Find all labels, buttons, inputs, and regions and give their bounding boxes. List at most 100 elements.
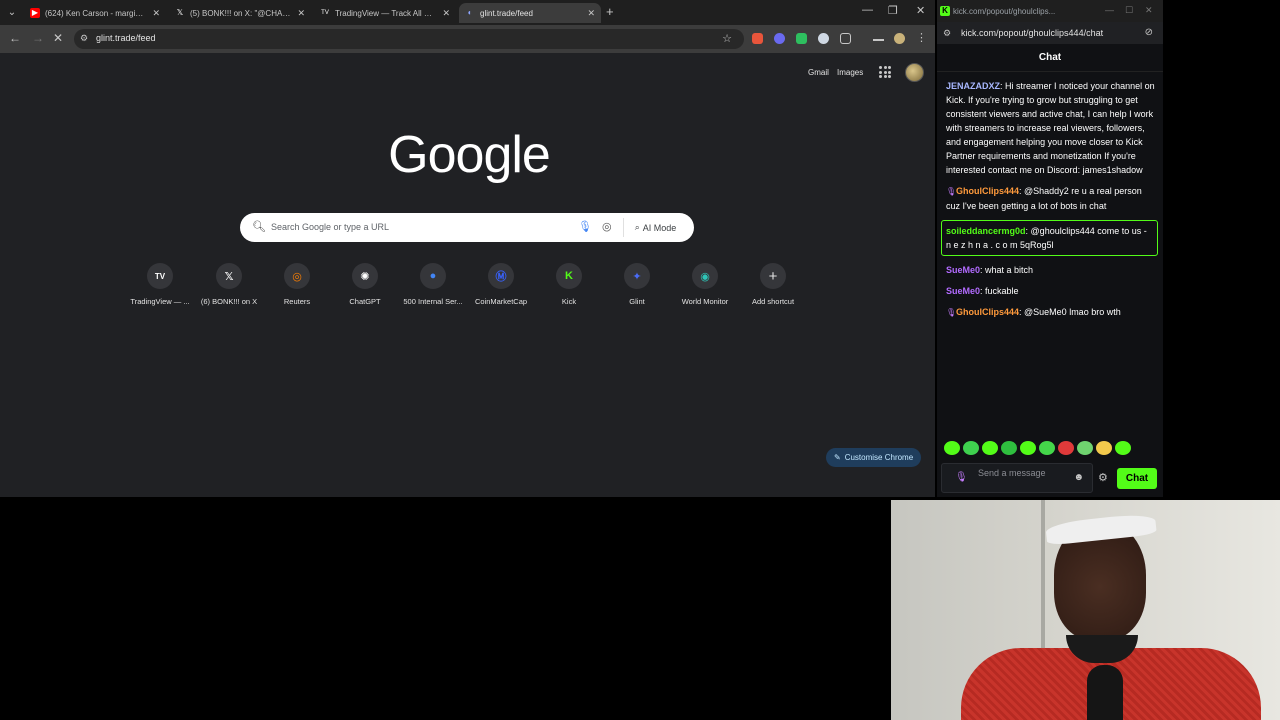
close-window-icon[interactable]: ✕	[916, 4, 925, 17]
emoji-icon[interactable]: ☻	[1073, 472, 1084, 483]
address-bar[interactable]: ⚙ glint.trade/feed ☆	[74, 29, 744, 49]
coinmarketcap-icon: Ⓜ	[488, 263, 514, 289]
stop-loading-icon[interactable]: ✕	[53, 31, 63, 45]
ai-mode-button[interactable]: ⌕ AI Mode	[623, 218, 687, 237]
reading-list-icon[interactable]	[873, 33, 884, 41]
tab-x[interactable]: 𝕏 (5) BONK!!! on X: "@CHADSwt ✕	[169, 3, 311, 23]
chat-username[interactable]: soileddancermg0d	[946, 226, 1026, 236]
chat-username[interactable]: SueMe0	[946, 265, 980, 275]
ai-mode-label: AI Mode	[642, 222, 677, 233]
webcam-overlay	[891, 500, 1280, 720]
tab-search-icon[interactable]: ⌄	[4, 5, 20, 21]
microphone-icon: 🎙︎	[946, 187, 957, 196]
tab-strip: ⌄ ▶ (624) Ken Carson - margiela (O ✕ 𝕏 (…	[0, 0, 935, 25]
emote-icon[interactable]	[963, 441, 979, 455]
emote-icon[interactable]	[1001, 441, 1017, 455]
glint-icon: ✦	[624, 263, 650, 289]
site-info-icon[interactable]: ⚙	[943, 28, 951, 39]
x-icon: 𝕏	[216, 263, 242, 289]
chat-send-button[interactable]: Chat	[1117, 468, 1157, 489]
url-text[interactable]: glint.trade/feed	[96, 33, 156, 43]
shortcut-tradingview[interactable]: TV TradingView — ...	[127, 263, 193, 306]
search-box[interactable]: 🔍︎ Search Google or type a URL 🎙︎ ◎ ⌕ AI…	[240, 213, 694, 242]
account-avatar[interactable]	[905, 63, 924, 82]
google-lens-icon[interactable]: ◎	[602, 220, 612, 233]
emote-icon[interactable]	[1058, 441, 1074, 455]
emote-bar	[944, 441, 1131, 455]
shortcut-coinmarketcap[interactable]: Ⓜ CoinMarketCap	[468, 263, 534, 306]
shortcut-x[interactable]: 𝕏 (6) BONK!!! on X	[196, 263, 262, 306]
shortcut-add[interactable]: + Add shortcut	[740, 263, 806, 306]
shortcut-chatgpt[interactable]: ✺ ChatGPT	[332, 263, 398, 306]
minimize-icon[interactable]: —	[862, 4, 873, 16]
youtube-icon: ▶	[30, 8, 40, 18]
gmail-link[interactable]: Gmail	[808, 68, 829, 77]
settings-gear-icon[interactable]: ⚙	[1098, 471, 1108, 484]
chat-username[interactable]: SueMe0	[946, 286, 980, 296]
chat-input-placeholder[interactable]: Send a message	[978, 468, 1048, 479]
chat-username[interactable]: JENAZADXZ	[946, 81, 1000, 91]
extension-icon[interactable]	[818, 33, 829, 44]
close-tab-icon[interactable]: ✕	[587, 8, 595, 19]
customise-chrome-button[interactable]: ✎ Customise Chrome	[826, 448, 922, 467]
bookmark-star-icon[interactable]: ☆	[722, 32, 732, 45]
images-link[interactable]: Images	[837, 68, 863, 77]
chrome-window: ⌄ ▶ (624) Ken Carson - margiela (O ✕ 𝕏 (…	[0, 0, 935, 497]
shortcut-glint[interactable]: ✦ Glint	[604, 263, 670, 306]
shortcut-world-monitor[interactable]: ◉ World Monitor	[672, 263, 738, 306]
emote-icon[interactable]	[1020, 441, 1036, 455]
microphone-icon[interactable]: 🎙︎	[955, 472, 968, 483]
emote-icon[interactable]	[982, 441, 998, 455]
emote-icon[interactable]	[944, 441, 960, 455]
tab-youtube[interactable]: ▶ (624) Ken Carson - margiela (O ✕	[24, 3, 166, 23]
emote-icon[interactable]	[1077, 441, 1093, 455]
site-info-icon[interactable]: ⚙	[80, 33, 88, 44]
profile-avatar-icon[interactable]	[894, 33, 905, 44]
tab-glint[interactable]: ◐ glint.trade/feed ✕	[459, 3, 601, 23]
search-placeholder[interactable]: Search Google or type a URL	[271, 222, 389, 232]
shortcut-kick[interactable]: K Kick	[536, 263, 602, 306]
menu-kebab-icon[interactable]: ⋮	[916, 31, 927, 44]
extension-icon[interactable]	[774, 33, 785, 44]
chatgpt-icon: ✺	[352, 263, 378, 289]
shortcut-reuters[interactable]: ◎ Reuters	[264, 263, 330, 306]
chat-message: JENAZADXZ: Hi streamer I noticed your ch…	[946, 79, 1158, 177]
close-tab-icon[interactable]: ✕	[442, 8, 450, 19]
forward-icon[interactable]: →	[32, 31, 44, 45]
glint-icon: ◐	[467, 8, 473, 17]
maximize-icon[interactable]: ☐	[1125, 5, 1133, 16]
chat-username[interactable]: GhoulClips444	[956, 186, 1019, 196]
chat-messages: JENAZADXZ: Hi streamer I noticed your ch…	[941, 79, 1158, 327]
google-apps-icon[interactable]	[879, 66, 891, 78]
close-tab-icon[interactable]: ✕	[297, 8, 305, 19]
close-tab-icon[interactable]: ✕	[152, 8, 160, 19]
shortcut-500-internal[interactable]: ● 500 Internal Ser...	[400, 263, 466, 306]
globe-icon: ●	[420, 263, 446, 289]
microphone-icon: 🎙︎	[946, 308, 957, 317]
kick-url[interactable]: kick.com/popout/ghoulclips444/chat	[961, 28, 1103, 38]
extensions-puzzle-icon[interactable]	[840, 33, 851, 44]
emote-icon[interactable]	[1039, 441, 1055, 455]
new-tab-icon[interactable]: +	[606, 4, 614, 19]
chat-username[interactable]: GhoulClips444	[956, 307, 1019, 317]
eye-off-icon[interactable]: ⊘	[1145, 27, 1153, 38]
kick-address-bar: ⚙ kick.com/popout/ghoulclips444/chat ⊘	[937, 22, 1163, 44]
chat-input[interactable]: 🎙︎ Send a message ☻	[941, 463, 1093, 493]
voice-search-icon[interactable]: 🎙︎	[578, 220, 592, 233]
extension-icon[interactable]	[796, 33, 807, 44]
emote-icon[interactable]	[1096, 441, 1112, 455]
chat-message-text: fuckable	[985, 286, 1019, 296]
kick-title-bar: K kick.com/popout/ghoulclips... — ☐ ✕	[937, 0, 1163, 22]
chat-message: 🎙︎GhoulClips444: @Shaddy2 re u a real pe…	[946, 184, 1158, 213]
back-icon[interactable]: ←	[9, 31, 21, 45]
close-window-icon[interactable]: ✕	[1145, 5, 1153, 16]
tab-tradingview[interactable]: TV TradingView — Track All Marke ✕	[314, 3, 456, 23]
minimize-icon[interactable]: —	[1105, 5, 1114, 15]
restore-icon[interactable]: ❐	[888, 4, 898, 17]
world-monitor-icon: ◉	[692, 263, 718, 289]
reuters-icon: ◎	[284, 263, 310, 289]
google-logo: Google	[388, 126, 551, 184]
extension-icon[interactable]	[752, 33, 763, 44]
chat-input-row: 🎙︎ Send a message ☻ ⚙ Chat	[941, 463, 1159, 493]
emote-icon[interactable]	[1115, 441, 1131, 455]
